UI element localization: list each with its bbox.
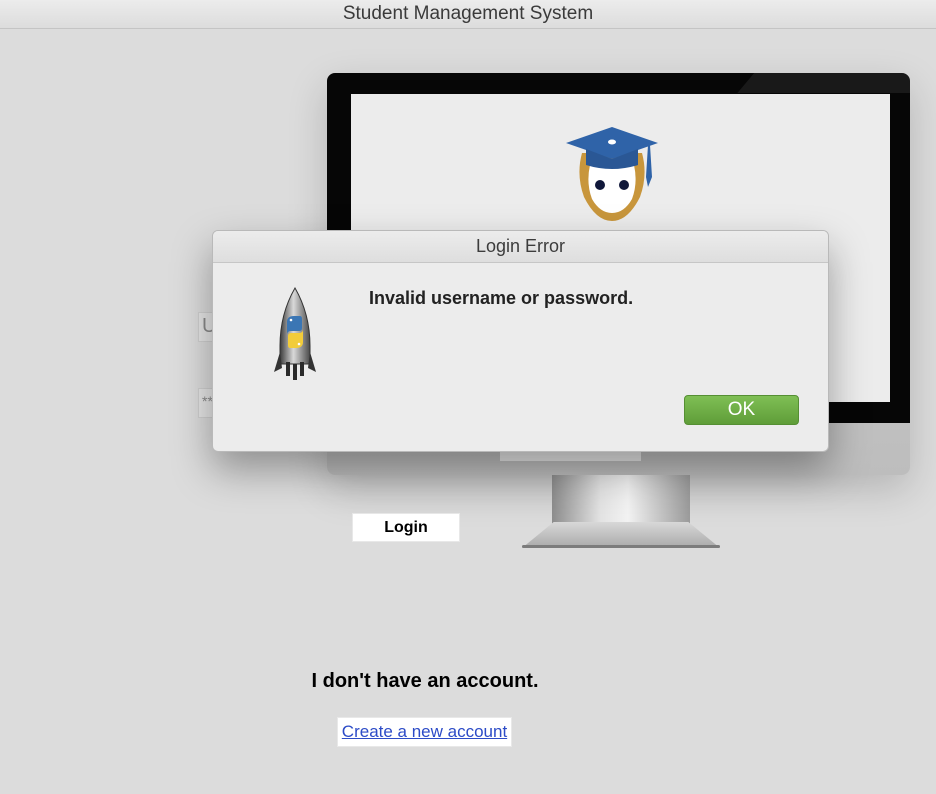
python-rocket-icon [274,286,316,380]
imac-stand [552,475,690,525]
ok-button[interactable]: OK [684,395,799,425]
login-button[interactable]: Login [352,513,460,542]
window-title: Student Management System [0,0,936,29]
no-account-text: I don't have an account. [311,670,539,692]
error-message: Invalid username or password. [369,288,634,308]
student-logo-icon [566,127,658,221]
dialog-title: Login Error [213,231,828,263]
login-error-dialog: Login Error Invalid username or password… [212,230,829,452]
create-account-link[interactable]: Create a new account [337,717,512,747]
